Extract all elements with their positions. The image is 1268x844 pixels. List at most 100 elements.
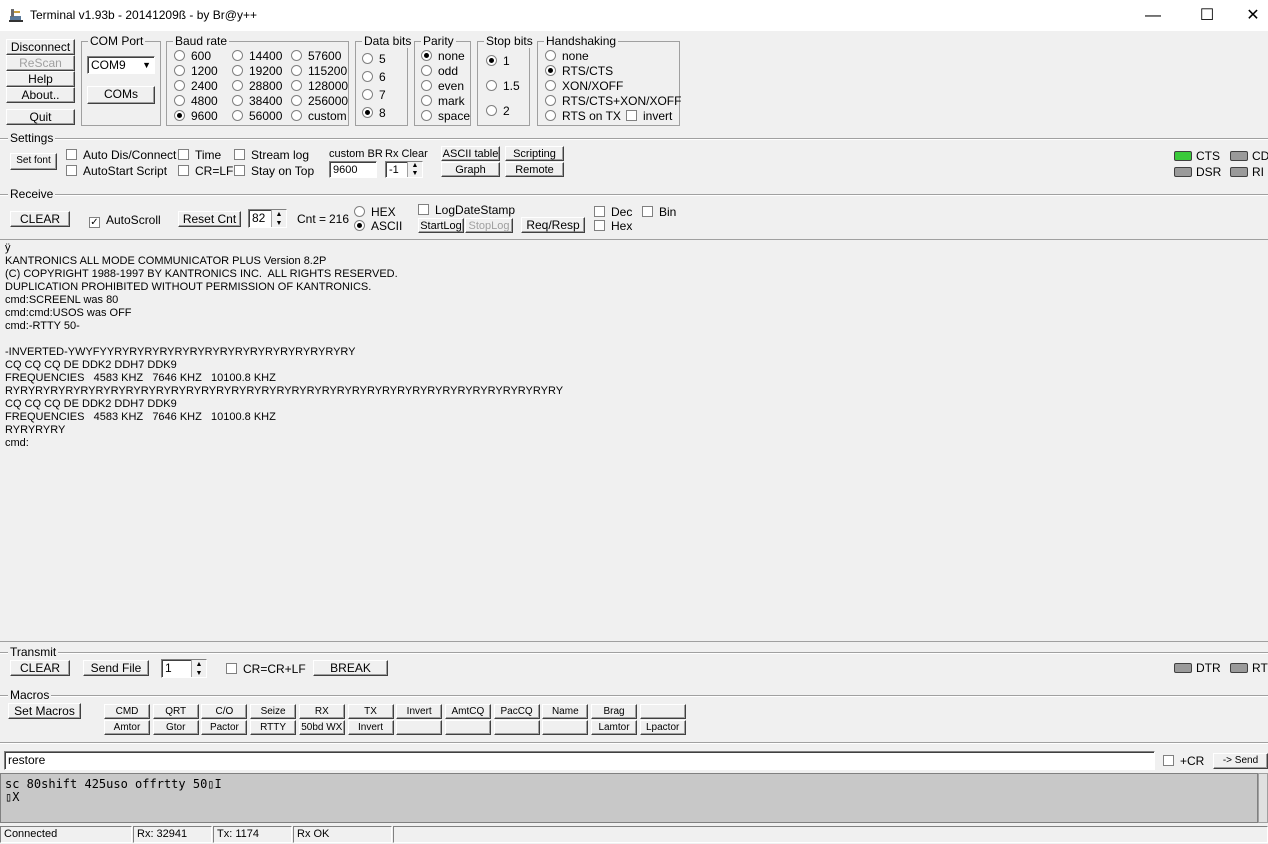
data-bits-radio-6[interactable]: 6 xyxy=(362,70,386,84)
macro-button-2-6[interactable]: Invert xyxy=(347,720,394,735)
data-bits-radio-5[interactable]: 5 xyxy=(362,52,386,66)
close-button[interactable]: ✕ xyxy=(1230,0,1268,31)
macro-button-1-1[interactable]: CMD xyxy=(104,704,150,719)
receive-clear-button[interactable]: CLEAR xyxy=(10,211,70,227)
help-button[interactable]: Help xyxy=(6,71,75,87)
parity-radio-odd[interactable]: odd xyxy=(421,64,458,78)
macro-button-1-3[interactable]: C/O xyxy=(201,704,248,719)
macro-button-1-4[interactable]: Seize xyxy=(250,704,297,719)
macro-button-1-2[interactable]: QRT xyxy=(152,704,199,719)
handshaking-radio-rts-cts-xon-xoff[interactable]: RTS/CTS+XON/XOFF xyxy=(545,94,681,108)
quit-button[interactable]: Quit xyxy=(6,109,75,125)
log-date-stamp-checkbox[interactable]: LogDateStamp xyxy=(418,203,515,217)
stay-on-top-checkbox[interactable]: Stay on Top xyxy=(234,164,314,178)
handshaking-radio-rts-cts[interactable]: RTS/CTS xyxy=(545,64,613,78)
data-bits-radio-7[interactable]: 7 xyxy=(362,88,386,102)
dec-checkbox[interactable]: Dec xyxy=(594,205,632,219)
macro-button-2-3[interactable]: Pactor xyxy=(201,720,248,735)
cr-lf-checkbox[interactable]: CR=LF xyxy=(178,164,233,178)
set-macros-button[interactable]: Set Macros xyxy=(8,703,81,719)
macro-button-1-10[interactable]: Name xyxy=(542,704,589,719)
macro-button-2-2[interactable]: Gtor xyxy=(152,720,199,735)
handshaking-radio-none[interactable]: none xyxy=(545,49,589,63)
rx-clear-stepper[interactable]: -1 ▲ ▼ xyxy=(385,161,423,178)
disconnect-button[interactable]: Disconnect xyxy=(6,39,75,55)
transmit-log-area[interactable]: sc 80shift 425uso offrtty 50▯I ▯X xyxy=(0,773,1258,823)
set-font-button[interactable]: Set font xyxy=(10,153,57,170)
baud-radio-28800[interactable]: 28800 xyxy=(232,79,282,93)
baud-radio-115200[interactable]: 115200 xyxy=(291,64,347,78)
baud-radio-256000[interactable]: 256000 xyxy=(291,94,348,108)
remote-button[interactable]: Remote xyxy=(505,162,564,177)
send-file-button[interactable]: Send File xyxy=(83,660,149,676)
custom-br-input[interactable]: 9600 xyxy=(329,161,377,178)
baud-radio-14400[interactable]: 14400 xyxy=(232,49,282,63)
cr-crlf-checkbox[interactable]: CR=CR+LF xyxy=(226,662,306,676)
about-button[interactable]: About.. xyxy=(6,87,75,103)
hex-checkbox[interactable]: Hex xyxy=(594,219,632,233)
parity-radio-mark[interactable]: mark xyxy=(421,94,465,108)
autostart-script-checkbox[interactable]: AutoStart Script xyxy=(66,164,167,178)
macro-button-2-12[interactable]: Lpactor xyxy=(639,720,686,735)
macro-button-1-11[interactable]: Brag xyxy=(591,704,637,719)
baud-radio-57600[interactable]: 57600 xyxy=(291,49,341,63)
baud-radio-56000[interactable]: 56000 xyxy=(232,109,282,123)
graph-button[interactable]: Graph xyxy=(441,162,500,177)
reset-cnt-button[interactable]: Reset Cnt xyxy=(178,211,241,227)
scripting-button[interactable]: Scripting xyxy=(505,146,564,161)
transmit-clear-button[interactable]: CLEAR xyxy=(10,660,70,676)
baud-radio-19200[interactable]: 19200 xyxy=(232,64,282,78)
stream-log-checkbox[interactable]: Stream log xyxy=(234,148,309,162)
macro-button-1-12[interactable] xyxy=(639,704,686,719)
parity-radio-space[interactable]: space xyxy=(421,109,470,123)
macro-button-1-9[interactable]: PacCQ xyxy=(493,704,540,719)
stop-bits-radio-2[interactable]: 2 xyxy=(486,104,510,118)
macro-button-2-5[interactable]: 50bd WX xyxy=(298,720,345,735)
stop-bits-radio-1-5[interactable]: 1.5 xyxy=(486,79,520,93)
time-checkbox[interactable]: Time xyxy=(178,148,221,162)
macro-button-2-10[interactable] xyxy=(542,720,589,735)
auto-dis-connect-checkbox[interactable]: Auto Dis/Connect xyxy=(66,148,176,162)
baud-radio-600[interactable]: 600 xyxy=(174,49,211,63)
baud-radio-38400[interactable]: 38400 xyxy=(232,94,282,108)
spin-arrows-icon[interactable]: ▲ ▼ xyxy=(407,162,422,177)
send-button[interactable]: -> Send xyxy=(1213,753,1268,769)
bin-checkbox[interactable]: Bin xyxy=(642,205,676,219)
macro-button-1-8[interactable]: AmtCQ xyxy=(444,704,491,719)
macro-button-2-4[interactable]: RTTY xyxy=(250,720,297,735)
autoscroll-checkbox[interactable]: ✓ AutoScroll xyxy=(89,213,161,228)
com-port-select[interactable]: COM9 ▼ xyxy=(87,56,155,74)
spin-arrows-icon[interactable]: ▲ ▼ xyxy=(191,660,206,677)
baud-radio-4800[interactable]: 4800 xyxy=(174,94,218,108)
break-button[interactable]: BREAK xyxy=(313,660,388,676)
maximize-button[interactable]: ☐ xyxy=(1184,0,1230,31)
macro-button-1-5[interactable]: RX xyxy=(298,704,345,719)
invert-checkbox[interactable]: invert xyxy=(626,109,672,123)
cnt-stepper[interactable]: 82 ▲ ▼ xyxy=(248,209,287,228)
minimize-button[interactable]: — xyxy=(1130,0,1176,31)
baud-radio-custom[interactable]: custom xyxy=(291,109,347,123)
baud-radio-2400[interactable]: 2400 xyxy=(174,79,218,93)
rt-led[interactable] xyxy=(1230,663,1248,673)
rescan-button[interactable]: ReScan xyxy=(6,55,75,71)
macro-button-2-8[interactable] xyxy=(444,720,491,735)
handshaking-radio-xon-xoff[interactable]: XON/XOFF xyxy=(545,79,623,93)
baud-radio-128000[interactable]: 128000 xyxy=(291,79,348,93)
macro-button-1-7[interactable]: Invert xyxy=(396,704,443,719)
baud-radio-1200[interactable]: 1200 xyxy=(174,64,218,78)
stop-log-button[interactable]: StopLog xyxy=(465,218,513,233)
coms-button[interactable]: COMs xyxy=(87,86,155,104)
start-log-button[interactable]: StartLog xyxy=(418,218,464,233)
req-resp-button[interactable]: Req/Resp xyxy=(521,217,585,233)
macro-button-1-6[interactable]: TX xyxy=(347,704,394,719)
transmit-log-scrollbar[interactable] xyxy=(1258,773,1268,823)
hex-radio[interactable]: HEX xyxy=(354,205,396,219)
baud-radio-9600[interactable]: 9600 xyxy=(174,109,218,123)
macro-button-2-1[interactable]: Amtor xyxy=(104,720,150,735)
stop-bits-radio-1[interactable]: 1 xyxy=(486,54,510,68)
handshaking-radio-rts-on-tx[interactable]: RTS on TX xyxy=(545,109,621,123)
receive-text-area[interactable]: ÿ KANTRONICS ALL MODE COMMUNICATOR PLUS … xyxy=(0,239,1268,642)
data-bits-radio-8[interactable]: 8 xyxy=(362,106,386,120)
parity-radio-none[interactable]: none xyxy=(421,49,465,63)
send-count-stepper[interactable]: 1 ▲ ▼ xyxy=(161,659,207,678)
